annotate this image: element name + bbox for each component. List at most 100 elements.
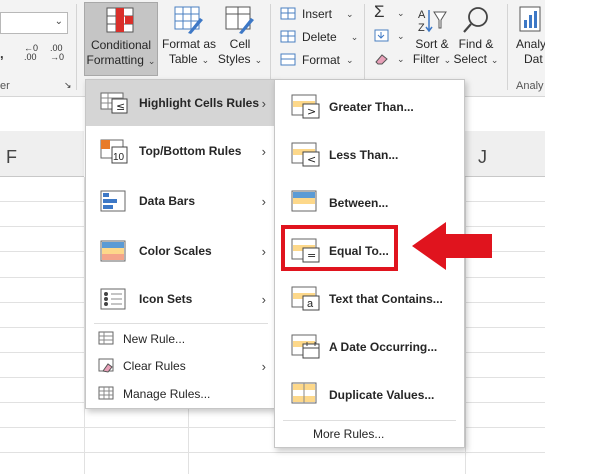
analyze-data-button[interactable]: Analy Dat [512,2,545,76]
sort-filter-button[interactable]: A Z Sort & Filter ⌄ [408,2,456,76]
submenu-item-label: Between... [329,196,389,210]
ribbon-separator [76,4,77,90]
autosum-icon[interactable]: Σ [374,2,385,22]
chevron-right-icon: › [261,143,266,159]
column-header-j[interactable] [465,131,545,177]
annotation-arrow-icon [412,222,492,270]
menu-item-label: Manage Rules... [123,387,211,401]
number-group-label: er [0,80,10,92]
sort-filter-icon: A Z [418,9,447,34]
menu-item-icon-sets[interactable]: Icon Sets › [86,276,276,322]
comma-style-icon[interactable]: , [0,46,4,61]
menu-item-label: Icon Sets [139,292,193,306]
chevron-down-icon: ⌄ [147,56,156,66]
svg-text:10: 10 [113,152,125,163]
submenu-item-label: Greater Than... [329,100,414,114]
submenu-item-more-rules[interactable]: More Rules... [275,422,464,446]
menu-item-label: Clear Rules [123,359,186,373]
svg-text:a: a [307,298,314,310]
format-label: Format [302,53,341,67]
highlight-cells-icon: ≤ [100,92,128,114]
sort-filter-label-1: Sort & [415,37,449,51]
delete-cells-icon [280,30,296,43]
number-format-combo[interactable]: ⌄ [0,12,68,34]
insert-button[interactable]: Insert ⌄ [280,4,354,24]
submenu-item-less-than[interactable]: < Less Than... [275,132,464,178]
menu-item-clear-rules[interactable]: Clear Rules › [86,353,276,379]
chevron-down-icon[interactable]: ⌄ [397,31,405,42]
svg-text:Z: Z [418,22,425,34]
insert-cells-icon [280,7,296,20]
chevron-down-icon: ⌄ [443,55,452,65]
annotation-highlight-box [281,225,398,271]
format-button[interactable]: Format ⌄ [280,50,354,70]
menu-item-data-bars[interactable]: Data Bars › [86,178,276,224]
menu-item-manage-rules[interactable]: Manage Rules... [86,381,276,407]
menu-item-highlight-cells-rules[interactable]: ≤ Highlight Cells Rules › [86,80,276,126]
cell-styles-label-2: Styles ⌄ [217,52,263,66]
menu-item-label: Data Bars [139,194,196,208]
calendar-icon [291,334,320,359]
find-select-label-2: Select ⌄ [453,52,499,66]
conditional-formatting-label-1: Conditional [90,38,152,52]
svg-text:>: > [307,105,316,118]
submenu-item-label: A Date Occurring... [329,340,438,354]
analysis-group-label: Analy [516,80,544,92]
menu-item-top-bottom-rules[interactable]: 10 Top/Bottom Rules › [86,128,276,174]
delete-label: Delete [302,30,337,44]
format-cells-icon [280,53,296,66]
top-bottom-icon: 10 [100,139,128,164]
color-scales-icon [100,240,126,262]
conditional-formatting-menu: ≤ Highlight Cells Rules › 10 Top/Bottom … [85,79,277,409]
menu-item-color-scales[interactable]: Color Scales › [86,228,276,274]
svg-text:≤: ≤ [116,100,125,113]
insert-label: Insert [302,7,333,21]
menu-item-label: New Rule... [123,332,186,346]
chevron-down-icon[interactable]: ⌄ [397,8,405,19]
less-than-icon: < [291,142,320,167]
chevron-right-icon: › [261,193,266,209]
find-select-button[interactable]: Find & Select ⌄ [452,2,500,76]
eraser-icon[interactable] [374,52,390,66]
analyze-data-icon [519,6,541,32]
chevron-right-icon: › [261,358,266,374]
submenu-item-date-occurring[interactable]: A Date Occurring... [275,324,464,370]
analyze-data-label-2: Dat [524,52,543,66]
increase-decimal-icon[interactable]: ←0.00 [24,44,38,62]
chevron-down-icon: ⌄ [346,8,354,19]
ribbon-separator [270,4,271,90]
menu-separator [283,420,456,421]
greater-than-icon: > [291,94,320,119]
chevron-right-icon: › [261,243,266,259]
analyze-data-label-1: Analy [516,37,545,51]
chevron-down-icon: ⌄ [346,54,354,65]
chevron-down-icon[interactable]: ⌄ [397,54,405,65]
magnifier-icon [463,7,488,33]
submenu-item-text-contains[interactable]: a Text that Contains... [275,276,464,322]
format-as-table-label-2: Table ⌄ [168,52,210,66]
submenu-item-duplicate-values[interactable]: Duplicate Values... [275,372,464,418]
chevron-down-icon[interactable]: ⌄ [55,16,63,27]
between-icon [291,190,317,212]
cell-styles-button[interactable]: Cell Styles ⌄ [216,2,264,76]
text-contains-icon: a [291,286,320,311]
fill-down-icon[interactable] [374,29,390,43]
submenu-item-label: Text that Contains... [329,292,443,306]
menu-item-new-rule[interactable]: New Rule... [86,326,276,352]
menu-separator [94,323,268,324]
sort-filter-label-2: Filter ⌄ [412,52,452,66]
decrease-decimal-icon[interactable]: .00 →0 [50,44,64,62]
menu-item-label: Highlight Cells Rules [139,96,260,110]
format-as-table-button[interactable]: Format as Table ⌄ [160,2,218,76]
conditional-formatting-button[interactable]: Conditional Formatting ⌄ [84,2,158,76]
dialog-launcher-icon[interactable]: ↘ [64,80,72,91]
data-bars-icon [100,190,126,212]
cell-styles-label-1: Cell [229,37,251,51]
submenu-item-label: More Rules... [313,427,385,441]
submenu-item-greater-than[interactable]: > Greater Than... [275,84,464,130]
clear-rules-icon [98,358,114,373]
delete-button[interactable]: Delete ⌄ [280,27,358,47]
column-letter-f: F [6,147,17,167]
chevron-down-icon: ⌄ [254,55,263,65]
chevron-right-icon: › [261,291,266,307]
